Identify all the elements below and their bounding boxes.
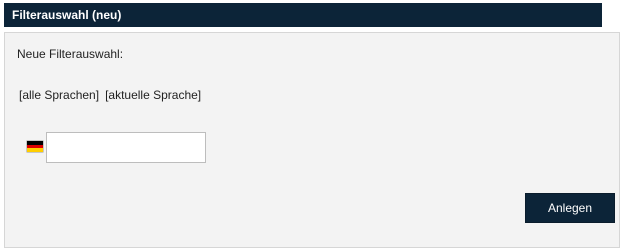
create-button[interactable]: Anlegen xyxy=(525,193,615,223)
dialog-body: Neue Filterauswahl: [alle Sprachen] [aktu… xyxy=(4,32,620,248)
language-links: [alle Sprachen] [aktuelle Sprache] xyxy=(19,88,201,102)
germany-flag-icon xyxy=(27,141,43,153)
dialog: Filterauswahl (neu) Neue Filterauswahl: … xyxy=(0,0,620,252)
all-languages-link[interactable]: [alle Sprachen] xyxy=(19,88,99,102)
filter-name-input[interactable] xyxy=(46,132,206,163)
current-language-link[interactable]: [aktuelle Sprache] xyxy=(105,88,201,102)
new-filter-label: Neue Filterauswahl: xyxy=(17,47,124,61)
dialog-title: Filterauswahl (neu) xyxy=(4,3,602,27)
